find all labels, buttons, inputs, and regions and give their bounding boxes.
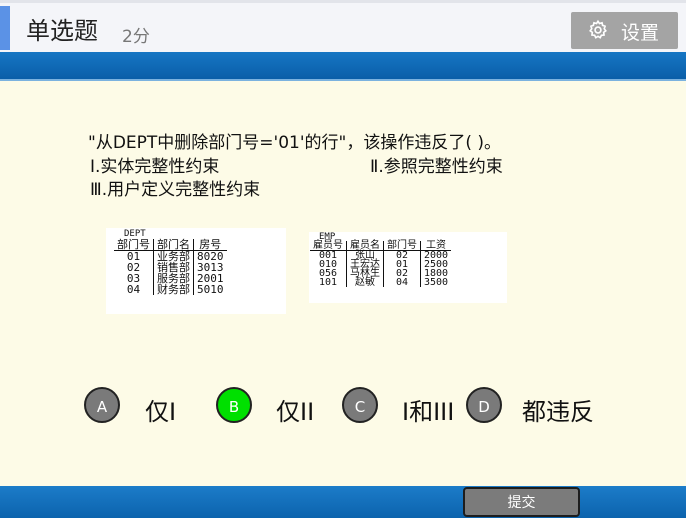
- table-cell: 101: [318, 277, 338, 288]
- settings-label: 设置: [621, 22, 660, 44]
- emp-table: 雇员号 雇员名 部门号 工资 001 张山 02 2000 010 王宏达 01 2500 056 马林生…: [310, 241, 452, 288]
- dept-table: 部门号 部门名 房号 01 业务部 8020 02 销售部 3013 03 服务部 2001 04 财务部…: [114, 239, 227, 295]
- bottom-blue-bar: [0, 486, 686, 518]
- question-stem: "从DEPT中删除部门号='01'的行"，该操作违反了( )。: [88, 133, 501, 153]
- question-type-title: 单选题: [26, 17, 98, 45]
- top-blue-bar: [0, 52, 686, 81]
- table-cell: 赵敏: [346, 278, 384, 288]
- option-d-text[interactable]: 都违反: [522, 392, 594, 427]
- question-item-3: Ⅲ.用户定义完整性约束: [90, 180, 261, 200]
- table-cell: 04: [383, 278, 421, 288]
- table-row: 101 赵敏 04 3500: [310, 277, 452, 288]
- option-b-radio[interactable]: B: [216, 387, 252, 423]
- option-b-text[interactable]: 仅II: [276, 392, 314, 427]
- table-header-cell: 部门名: [153, 239, 194, 251]
- settings-button[interactable]: 设置: [571, 12, 678, 49]
- gear-icon: [589, 19, 607, 39]
- table-row: 04 财务部 5010: [114, 284, 227, 295]
- option-c-radio[interactable]: C: [342, 387, 378, 423]
- table-cell: 财务部: [153, 284, 194, 295]
- table-header-row: 部门号 部门名 房号: [114, 239, 227, 251]
- option-a-radio[interactable]: A: [84, 387, 120, 423]
- table-cell: 04: [126, 283, 141, 296]
- table-cell: 3500: [420, 278, 452, 288]
- option-c-text[interactable]: I和III: [402, 392, 454, 427]
- emp-table-image: EMP 雇员号 雇员名 部门号 工资 001 张山 02 2000 010 王宏达 01 2500 05…: [309, 232, 507, 303]
- header-accent: [0, 6, 10, 50]
- question-score: 2分: [122, 27, 150, 47]
- dept-table-image: DEPT 部门号 部门名 房号 01 业务部 8020 02 销售部 3013 03 服务部 2001…: [106, 228, 286, 314]
- question-item-1: Ⅰ.实体完整性约束: [90, 157, 220, 177]
- submit-button[interactable]: 提交: [463, 487, 580, 517]
- option-d-radio[interactable]: D: [466, 387, 502, 423]
- option-a-text[interactable]: 仅I: [145, 392, 176, 427]
- question-item-2: Ⅱ.参照完整性约束: [370, 157, 503, 177]
- table-header-cell: 房号: [193, 239, 227, 251]
- header-bar: 单选题 2分 设置: [0, 0, 686, 52]
- table-cell: 5010: [193, 284, 227, 295]
- table-header-cell: 部门号: [117, 238, 150, 251]
